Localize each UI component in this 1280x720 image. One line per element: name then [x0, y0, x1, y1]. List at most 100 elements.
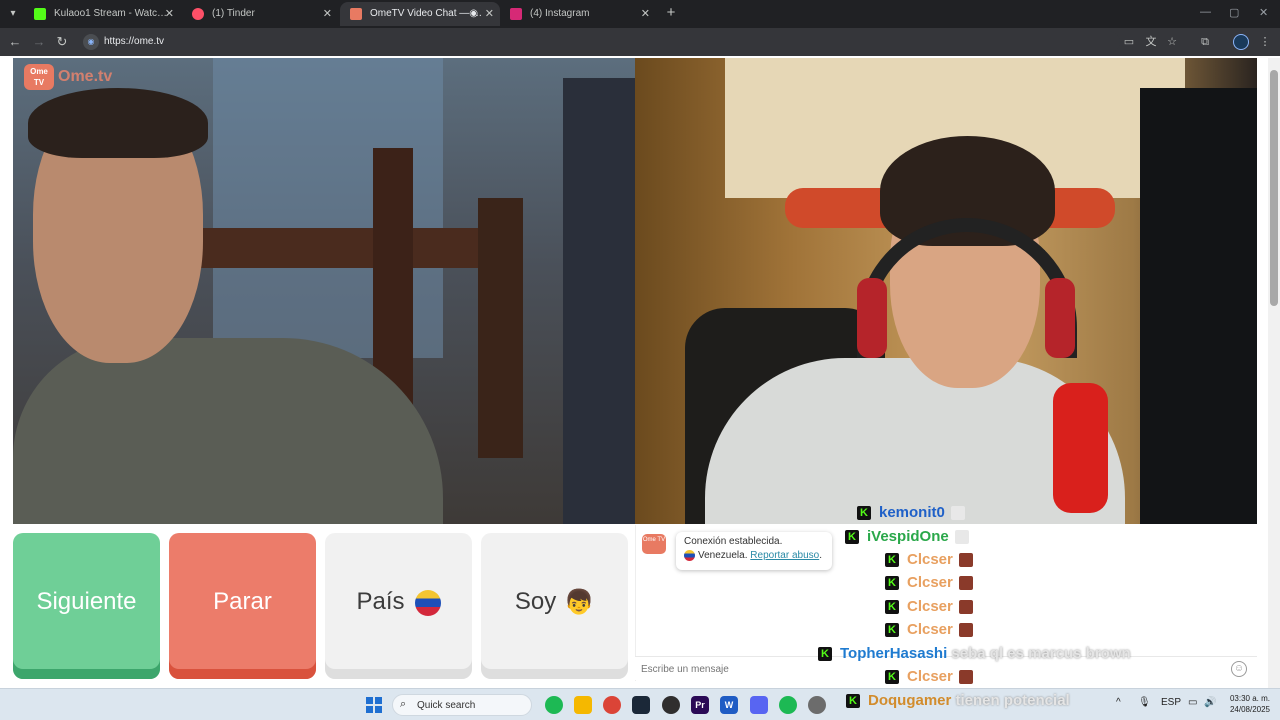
tab-bar: ▾ Kulaoo1 Stream - Watch Live o ✕ (1) Ti… — [0, 0, 1280, 28]
emote-icon — [958, 553, 973, 568]
person-hair — [28, 88, 208, 158]
settings-icon[interactable] — [808, 696, 826, 714]
ometv-logo-icon: Ome TV — [24, 64, 54, 90]
spotify-icon[interactable] — [545, 696, 563, 714]
kick-badge-icon: K — [818, 647, 832, 662]
overlay-chat-line: K Clcser — [885, 620, 973, 640]
microphone — [1053, 383, 1108, 513]
overlay-chat-line: K TopherHasashi seba ql es marcus brown — [818, 644, 1131, 664]
site-info-icon[interactable]: ◉ — [83, 34, 99, 50]
connection-card: Conexión establecida. Venezuela. Reporta… — [676, 532, 832, 570]
screen: ▾ Kulaoo1 Stream - Watch Live o ✕ (1) Ti… — [0, 0, 1280, 720]
overlay-chat-line: K Clcser — [885, 550, 973, 570]
file-explorer-icon[interactable] — [574, 696, 592, 714]
kick-badge-icon: K — [845, 530, 859, 545]
menu-dots-icon[interactable]: ⋮ — [1257, 34, 1273, 50]
new-tab-button[interactable]: + — [663, 4, 679, 22]
close-icon[interactable]: ✕ — [323, 2, 332, 26]
overlay-chat-line: K Clcser — [885, 667, 973, 687]
overlay-chat-line: K Clcser — [885, 597, 973, 617]
profile-avatar[interactable] — [1233, 34, 1249, 50]
stop-button[interactable]: Parar — [169, 533, 316, 679]
kick-icon — [34, 8, 46, 20]
browser-toolbar: ← → ↻ ◉ https://ome.tv ▭ 文 ☆ ⧉ ⋮ — [0, 28, 1280, 56]
overlay-chat-line: K Doqugamer tienen potencial — [846, 691, 1070, 711]
kick-badge-icon: K — [885, 553, 899, 568]
kick-badge-icon: K — [857, 506, 871, 521]
venezuela-flag-icon — [684, 550, 695, 561]
bunk-bed-rail — [183, 228, 513, 268]
scrollbar-thumb[interactable] — [1270, 70, 1278, 306]
next-button[interactable]: Siguiente — [13, 533, 160, 679]
bunk-bed-post — [478, 198, 523, 458]
steam-icon[interactable] — [632, 696, 650, 714]
translate-icon[interactable]: 文 — [1143, 34, 1159, 50]
maximize-icon[interactable]: ▢ — [1229, 6, 1239, 19]
emoji-icon[interactable]: ☺ — [1231, 661, 1247, 677]
forward-icon[interactable]: → — [30, 33, 48, 51]
back-icon[interactable]: ← — [6, 33, 24, 51]
page-scrollbar[interactable] — [1268, 58, 1280, 688]
taskbar: ⌕ Quick search Pr W ^ 🎙 ESP ▭ 🔊 03:30 a.… — [0, 688, 1280, 720]
extensions-icon[interactable]: ⧉ — [1197, 34, 1213, 50]
window-close-icon[interactable]: ✕ — [1259, 6, 1268, 19]
obs-icon[interactable] — [662, 696, 680, 714]
gender-button[interactable]: Soy 👦 — [481, 533, 628, 679]
recording-icon: ◉ — [469, 8, 478, 19]
country-button[interactable]: País — [325, 533, 472, 679]
kick-badge-icon: K — [846, 694, 860, 709]
venezuela-flag-icon — [414, 589, 441, 616]
tab-ometv[interactable]: OmeTV Video Chat — Ome ◉ ✕ — [340, 2, 500, 26]
reload-icon[interactable]: ↻ — [53, 33, 71, 51]
emote-icon — [958, 576, 973, 591]
report-abuse-link[interactable]: Reportar abuso — [750, 550, 819, 561]
close-icon[interactable]: ✕ — [165, 2, 174, 26]
overlay-chat-line: K Clcser — [885, 573, 973, 593]
kick-badge-icon: K — [885, 600, 899, 615]
instagram-icon — [510, 8, 522, 20]
word-icon[interactable]: W — [720, 696, 738, 714]
cast-icon[interactable]: ▭ — [1121, 34, 1137, 50]
emote-icon — [958, 670, 973, 685]
minimize-icon[interactable]: — — [1200, 6, 1211, 18]
overlay-chat-line: Kkemonit0 — [857, 503, 965, 523]
self-video — [635, 58, 1257, 524]
overlay-chat-line: KiVespidOne — [845, 527, 969, 547]
emote-icon — [954, 530, 969, 545]
windows-start-icon[interactable] — [366, 697, 382, 713]
monitor — [1140, 88, 1257, 524]
ometv-logo-icon: Ome TV — [642, 534, 666, 554]
emote-icon — [950, 506, 965, 521]
stranger-video — [13, 58, 635, 524]
boy-icon: 👦 — [564, 588, 595, 616]
tab-search-button[interactable]: ▾ — [4, 5, 22, 23]
kick-badge-icon: K — [885, 670, 899, 685]
emote-icon — [958, 623, 973, 638]
kick-badge-icon: K — [885, 623, 899, 638]
headphone-cup — [1045, 278, 1075, 358]
bookmark-star-icon[interactable]: ☆ — [1164, 34, 1180, 50]
headphones — [857, 218, 1077, 358]
tab-kick[interactable]: Kulaoo1 Stream - Watch Live o ✕ — [24, 2, 180, 26]
tab-tinder[interactable]: (1) Tinder ✕ — [182, 2, 338, 26]
door — [563, 78, 635, 524]
chevron-up-icon[interactable]: ^ — [1116, 697, 1121, 708]
chrome-icon[interactable] — [603, 696, 621, 714]
volume-icon[interactable]: 🔊 — [1204, 697, 1216, 708]
ometv-icon — [350, 8, 362, 20]
taskbar-search[interactable]: ⌕ Quick search — [392, 694, 532, 716]
close-icon[interactable]: ✕ — [641, 2, 650, 26]
search-icon: ⌕ — [400, 698, 407, 710]
headphone-cup — [857, 278, 887, 358]
discord-icon[interactable] — [750, 696, 768, 714]
network-icon[interactable]: ▭ — [1188, 697, 1197, 708]
emote-icon — [958, 600, 973, 615]
microphone-icon[interactable]: 🎙 — [1138, 697, 1151, 708]
clock[interactable]: 03:30 a. m. 24/08/2025 — [1222, 693, 1278, 715]
tab-instagram[interactable]: (4) Instagram ✕ — [500, 2, 656, 26]
address-bar[interactable]: ◉ https://ome.tv — [80, 31, 1120, 53]
tinder-icon — [192, 8, 204, 20]
premiere-icon[interactable]: Pr — [691, 696, 709, 714]
spotify-icon[interactable] — [779, 696, 797, 714]
close-icon[interactable]: ✕ — [485, 2, 494, 26]
